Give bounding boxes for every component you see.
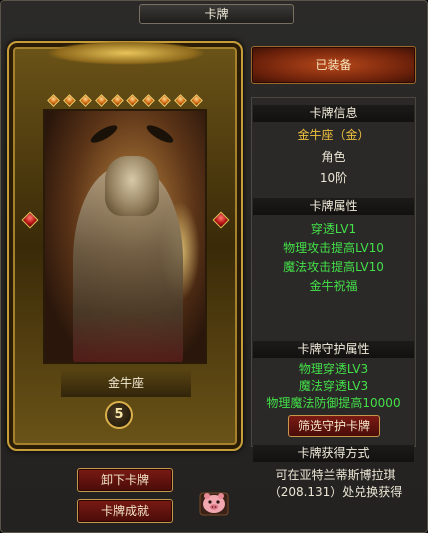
card-name: 金牛座: [61, 369, 191, 397]
frame-top-ornament: [46, 41, 206, 65]
card-rank: 10阶: [319, 171, 348, 185]
guard-attributes-header: 卡牌守护属性: [253, 341, 414, 358]
window-title: 卡牌: [139, 4, 294, 24]
filter-guard-cards-button[interactable]: 筛选守护卡牌: [288, 415, 380, 437]
gem-icon: [158, 94, 171, 107]
gem-icon: [47, 94, 60, 107]
equipped-status-button[interactable]: 已装备: [251, 46, 416, 84]
card-full-name: 金牛座（金）: [297, 128, 370, 142]
guard-attribute-item: 物理穿透LV3: [298, 362, 369, 376]
card-artwork[interactable]: [43, 109, 207, 364]
card-attributes-header: 卡牌属性: [253, 198, 414, 215]
card-level-badge: 5: [105, 401, 133, 429]
card-type: 角色: [321, 150, 346, 164]
card-star-gems: [47, 94, 203, 108]
gem-icon: [94, 94, 108, 107]
unequip-card-button[interactable]: 卸下卡牌: [77, 468, 173, 492]
pig-icon[interactable]: [198, 487, 230, 519]
attribute-item: 金牛祝福: [309, 279, 358, 293]
guard-attribute-item: 物理魔法防御提高10000: [266, 396, 401, 410]
attribute-item: 物理攻击提高LV10: [283, 241, 384, 255]
gem-icon: [126, 94, 140, 107]
helmet-horn: [144, 122, 176, 146]
card-window: 卡牌 金牛座 5 卸下卡牌 卡牌成就 已装备 卡牌信息 金牛座（金） 角色 10…: [0, 0, 428, 533]
guard-attribute-item: 魔法穿透LV3: [298, 379, 369, 393]
card-info-header: 卡牌信息: [253, 105, 414, 122]
attribute-item: 魔法攻击提高LV10: [283, 260, 384, 274]
gem-icon: [174, 94, 187, 107]
gem-icon: [110, 94, 124, 107]
helmet-horn: [88, 122, 120, 146]
obtain-method-text: 可在亚特兰蒂斯博拉琪（208.131）处兑换获得: [268, 468, 403, 499]
gem-icon: [142, 94, 156, 107]
obtain-method-header: 卡牌获得方式: [253, 445, 414, 462]
gem-icon: [63, 94, 76, 107]
gem-icon: [190, 94, 203, 107]
attribute-item: 穿透LV1: [310, 222, 357, 236]
card-achievement-button[interactable]: 卡牌成就: [77, 499, 173, 523]
warrior-helmet: [105, 156, 159, 216]
gem-icon: [78, 94, 92, 107]
